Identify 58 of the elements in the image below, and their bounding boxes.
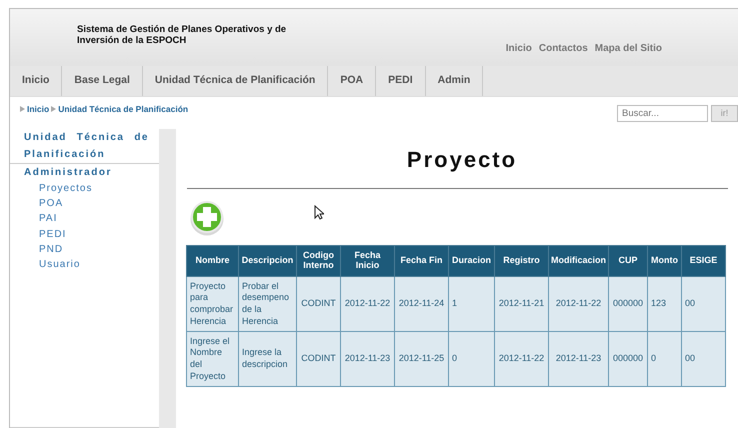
breadcrumb-arrow-icon <box>20 106 25 112</box>
top-link[interactable]: Mapa del Sitio <box>594 41 662 56</box>
table-cell: Proyecto para comprobar Herencia <box>186 276 238 332</box>
table-cell: 00 <box>682 276 726 332</box>
nav-tab[interactable]: POA <box>328 66 376 96</box>
page-title: Proyecto <box>406 146 518 174</box>
table-cell: 2012-11-23 <box>340 332 394 386</box>
table-cell: 0 <box>448 332 494 386</box>
table-cell: 000000 <box>608 276 648 332</box>
table-cell: 1 <box>448 276 494 332</box>
nav-tab[interactable]: Base Legal <box>62 66 143 96</box>
sidebar-item[interactable]: PND <box>10 242 159 258</box>
column-header: Nombre <box>186 246 238 276</box>
table-cell: CODINT <box>296 276 340 332</box>
column-header: Descripcion <box>238 246 296 276</box>
breadcrumb-link[interactable]: Inicio <box>27 103 50 116</box>
column-header: CUP <box>608 246 648 276</box>
top-link[interactable]: Inicio <box>506 41 532 56</box>
nav-tab[interactable]: Admin <box>426 66 484 96</box>
table-cell: Probar el desempeno de la Herencia <box>238 276 296 332</box>
sidebar-item[interactable]: Proyectos <box>10 181 159 196</box>
cursor-icon <box>314 205 324 220</box>
sidebar-item[interactable]: Usuario <box>10 257 159 272</box>
sidebar-item[interactable]: PAI <box>10 211 159 227</box>
nav-tab[interactable]: Inicio <box>10 66 62 96</box>
sidebar-section[interactable]: Administrador <box>10 164 159 181</box>
sidebar-item[interactable]: POA <box>10 196 159 212</box>
column-header: ESIGE <box>682 246 726 276</box>
table-cell: 0 <box>648 332 682 386</box>
table-cell: Ingrese el Nombre del Proyecto <box>186 332 238 386</box>
table-cell: 2012-11-22 <box>494 332 548 386</box>
table-cell: 2012-11-24 <box>394 276 448 332</box>
column-header: Codigo Interno <box>296 246 340 276</box>
table-cell: CODINT <box>296 332 340 386</box>
breadcrumb-arrow-icon <box>51 106 56 112</box>
add-icon[interactable] <box>190 200 224 236</box>
search-field[interactable]: Buscar... <box>617 105 708 122</box>
column-header: Fecha Inicio <box>340 246 394 276</box>
table-cell: 2012-11-21 <box>494 276 548 332</box>
table-cell: 123 <box>648 276 682 332</box>
nav-tab[interactable]: Unidad Técnica de Planificación <box>142 66 328 96</box>
site-title: Sistema de Gestión de Planes Operativos y de Inversión de la ESPOCH <box>77 24 288 48</box>
table-cell: 2012-11-22 <box>340 276 394 332</box>
column-header: Monto <box>648 246 682 276</box>
table-cell: 00 <box>682 332 726 386</box>
column-header: Registro <box>494 246 548 276</box>
table-cell: 2012-11-25 <box>394 332 448 386</box>
sidebar-item[interactable]: PEDI <box>10 226 159 242</box>
nav-tab[interactable]: PEDI <box>376 66 426 96</box>
table-cell: Ingrese la descripcion <box>238 332 296 386</box>
top-link[interactable]: Contactos <box>538 41 588 56</box>
column-header: Modificacion <box>548 246 608 276</box>
column-header: Fecha Fin <box>394 246 448 276</box>
column-header: Duracion <box>448 246 494 276</box>
table-cell: 2012-11-22 <box>548 276 608 332</box>
table-cell: 000000 <box>608 332 648 386</box>
table-cell: 2012-11-23 <box>548 332 608 386</box>
breadcrumb-link[interactable]: Unidad Técnica de Planificación <box>58 103 188 116</box>
